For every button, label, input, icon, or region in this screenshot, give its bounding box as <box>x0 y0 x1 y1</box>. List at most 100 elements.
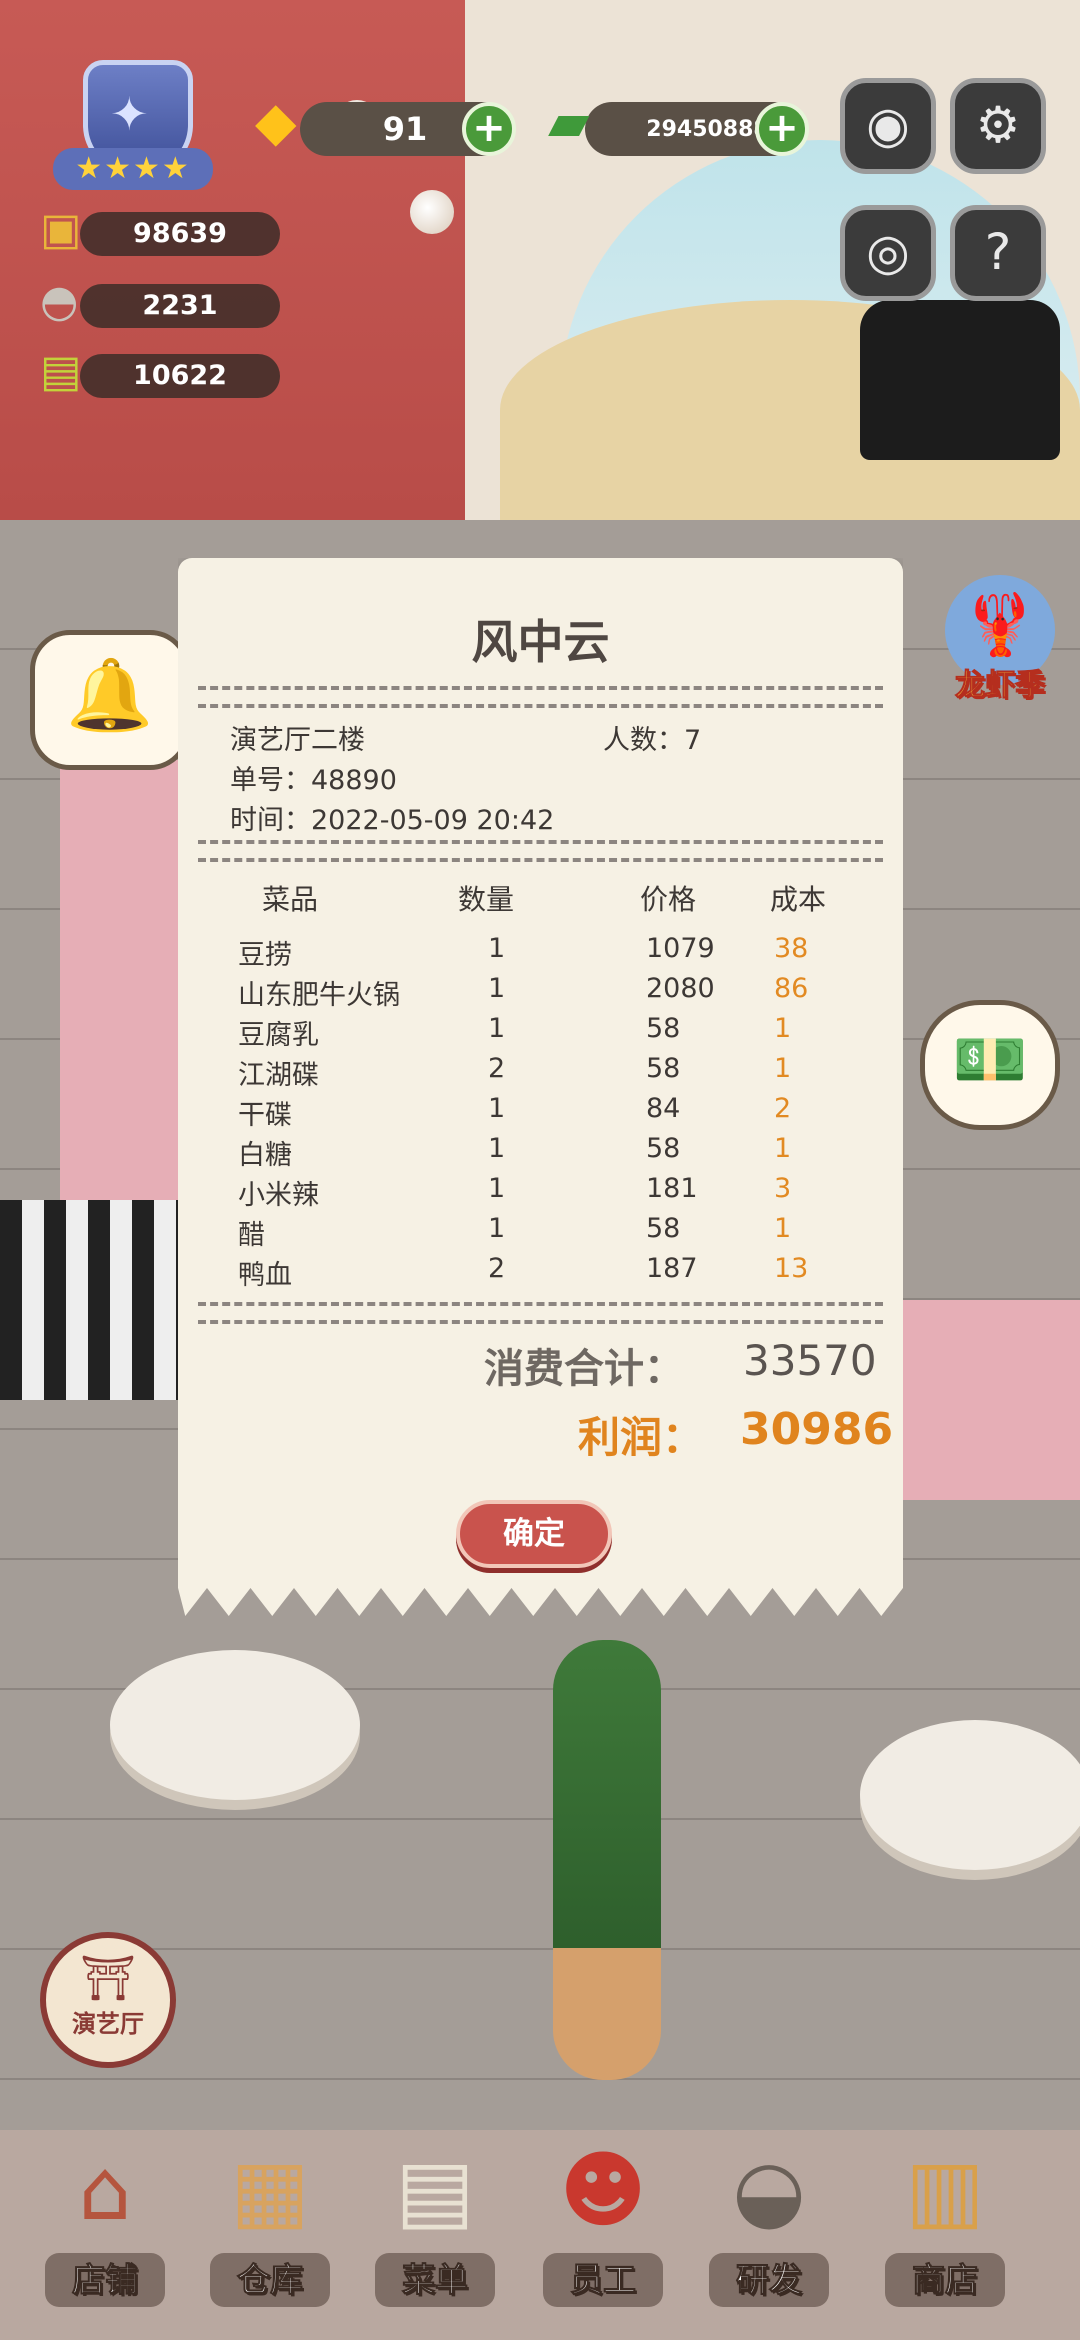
order-number-label: 单号：48890 <box>230 765 397 796</box>
nav-research[interactable]: ◒ 研发 <box>694 2125 844 2325</box>
item-name: 山东肥牛火锅 <box>238 980 400 1011</box>
item-cost: 3 <box>774 1173 792 1204</box>
settings-button[interactable]: ⚙ <box>950 78 1046 174</box>
item-price: 58 <box>646 1053 681 1084</box>
confirm-button[interactable]: 确定 <box>456 1500 612 1568</box>
bell-icon: 🔔 <box>66 654 154 736</box>
item-name: 干碟 <box>238 1100 292 1131</box>
stat-money: ▣ 98639 <box>40 204 280 258</box>
item-name: 鸭血 <box>238 1260 292 1291</box>
stat-money-value: 98639 <box>80 212 280 256</box>
item-price: 181 <box>646 1173 698 1204</box>
floor-switch-label: 演艺厅 <box>72 2010 144 2038</box>
bill-receipt: 风中云 演艺厅二楼 人数：7 单号：48890 时间：2022-05-09 20… <box>178 558 903 1616</box>
gear-icon: ⚙ <box>975 96 1021 154</box>
menu-clipboard-icon: ▤ <box>395 2141 475 2239</box>
book-help-icon: ? <box>984 223 1012 281</box>
divider <box>198 840 883 862</box>
add-gems-button[interactable]: + <box>462 102 516 156</box>
item-name: 白糖 <box>238 1140 292 1171</box>
lobster-icon: 🦞 <box>962 590 1038 660</box>
nav-label: 员工 <box>543 2253 663 2307</box>
add-cash-button[interactable]: + <box>755 102 809 156</box>
nav-label: 店铺 <box>45 2253 165 2307</box>
divider <box>198 686 883 708</box>
list-item: 豆捞 1 1079 38 <box>178 933 903 973</box>
stat-tickets: ▤ 10622 <box>40 346 280 400</box>
nav-shop[interactable]: ⌂ 店铺 <box>30 2125 180 2325</box>
item-qty: 1 <box>488 1093 506 1124</box>
location-label: 演艺厅二楼 <box>230 725 365 756</box>
camera-icon: ◉ <box>866 96 910 154</box>
view-button[interactable]: ◎ <box>840 205 936 301</box>
striped-wall <box>0 1200 180 1400</box>
shop-building-icon: ⌂ <box>78 2141 132 2239</box>
nav-staff[interactable]: ☻ 员工 <box>528 2125 678 2325</box>
customer-name: 风中云 <box>471 615 610 669</box>
profit-value: 30986 <box>740 1404 894 1455</box>
stat-tickets-value: 10622 <box>80 354 280 398</box>
item-qty: 2 <box>488 1053 506 1084</box>
item-name: 小米辣 <box>238 1180 319 1211</box>
item-name: 豆捞 <box>238 940 292 971</box>
item-name: 醋 <box>238 1220 265 1251</box>
header-dish: 菜品 <box>262 883 319 916</box>
camera-button[interactable]: ◉ <box>840 78 936 174</box>
ticket-icon: ▤ <box>40 346 82 397</box>
item-qty: 1 <box>488 1213 506 1244</box>
event-label: 龙虾季 <box>955 668 1046 704</box>
item-name: 江湖碟 <box>238 1060 319 1091</box>
dining-table-left[interactable] <box>110 1650 360 1800</box>
nav-menu[interactable]: ▤ 菜单 <box>360 2125 510 2325</box>
divider <box>198 1302 883 1324</box>
header-cost: 成本 <box>770 883 827 916</box>
item-cost: 86 <box>774 973 809 1004</box>
nav-store[interactable]: ▥ 商店 <box>870 2125 1020 2325</box>
grand-piano <box>860 300 1060 460</box>
list-item: 山东肥牛火锅 1 2080 86 <box>178 973 903 1013</box>
item-cost: 1 <box>774 1133 792 1164</box>
rank-badge[interactable]: ✦ ★★★★ <box>48 60 218 190</box>
stat-dishes: ◓ 2231 <box>40 276 280 330</box>
cash-icon: ▰ <box>548 90 590 153</box>
staff-person-icon: ☻ <box>559 2141 647 2239</box>
list-item: 豆腐乳 1 58 1 <box>178 1013 903 1053</box>
nav-label: 仓库 <box>210 2253 330 2307</box>
item-qty: 1 <box>488 1013 506 1044</box>
guide-button[interactable]: ? <box>950 205 1046 301</box>
notification-bell-button[interactable]: 🔔 <box>30 630 190 770</box>
item-qty: 1 <box>488 1173 506 1204</box>
list-item: 醋 1 58 1 <box>178 1213 903 1253</box>
item-cost: 1 <box>774 1213 792 1244</box>
floor-switch-button[interactable]: ⛩ 演艺厅 <box>40 1932 176 2068</box>
list-item: 白糖 1 58 1 <box>178 1133 903 1173</box>
item-cost: 1 <box>774 1013 792 1044</box>
rank-stars: ★★★★ <box>53 148 213 190</box>
list-item: 鸭血 2 187 13 <box>178 1253 903 1293</box>
dining-table-right[interactable] <box>860 1720 1080 1870</box>
total-value: 33570 <box>743 1336 877 1385</box>
item-name: 豆腐乳 <box>238 1020 319 1051</box>
nav-label: 商店 <box>885 2253 1005 2307</box>
item-price: 58 <box>646 1013 681 1044</box>
item-price: 58 <box>646 1133 681 1164</box>
time-label: 时间：2022-05-09 20:42 <box>230 805 555 836</box>
item-price: 58 <box>646 1213 681 1244</box>
planter <box>553 1640 661 2080</box>
pink-carpet-right <box>900 1300 1080 1500</box>
stat-dishes-value: 2231 <box>80 284 280 328</box>
list-item: 干碟 1 84 2 <box>178 1093 903 1133</box>
collect-money-bubble[interactable]: 💵 <box>920 1000 1060 1130</box>
item-cost: 1 <box>774 1053 792 1084</box>
item-price: 2080 <box>646 973 715 1004</box>
cooking-pot-icon: ◒ <box>732 2141 806 2239</box>
nav-label: 菜单 <box>375 2253 495 2307</box>
item-price: 84 <box>646 1093 681 1124</box>
item-qty: 1 <box>488 973 506 1004</box>
warehouse-boxes-icon: ▦ <box>230 2141 310 2239</box>
item-qty: 2 <box>488 1253 506 1284</box>
nav-warehouse[interactable]: ▦ 仓库 <box>195 2125 345 2325</box>
gem-icon: ◆ <box>255 90 297 153</box>
profit-label: 利润： <box>578 1413 705 1462</box>
cash-icon: 💵 <box>952 1025 1028 1095</box>
